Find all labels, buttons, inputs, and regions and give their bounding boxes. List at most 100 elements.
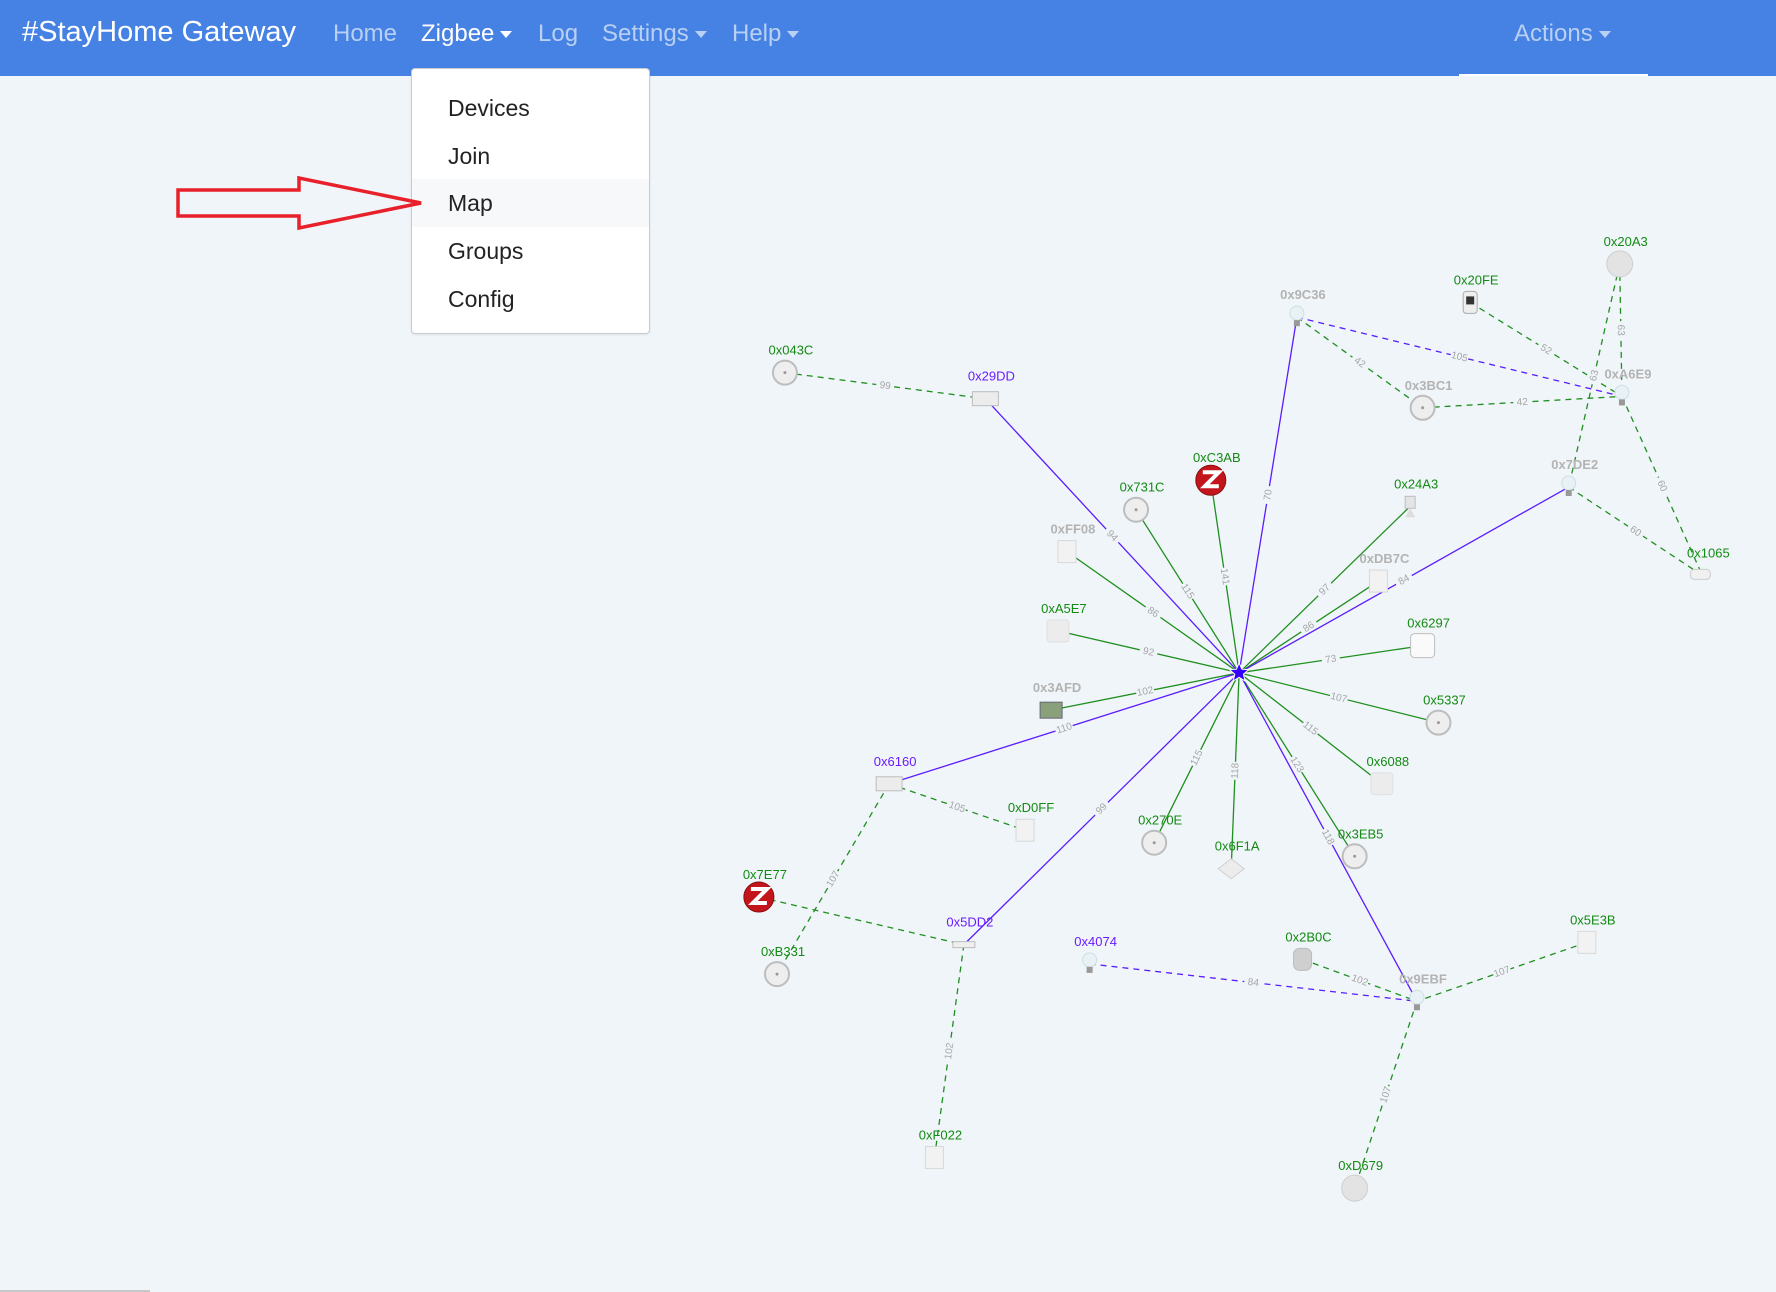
zigbee-dropdown-menu: Devices Join Map Groups Config xyxy=(411,68,650,334)
link-lqi-label: 141 xyxy=(1218,568,1231,587)
map-link: 42 xyxy=(1422,394,1622,409)
node-label: 0x3AFD xyxy=(1033,680,1081,695)
round-device-icon xyxy=(1141,829,1168,856)
map-node[interactable]: 0xA6E9 xyxy=(1604,366,1651,406)
map-node[interactable]: 0x20A3 xyxy=(1604,234,1648,278)
node-label: 0x6297 xyxy=(1407,616,1450,631)
map-link xyxy=(758,896,965,946)
map-node[interactable]: 0x6088 xyxy=(1367,754,1410,796)
thermostat-device-icon xyxy=(1462,290,1478,314)
link-lqi-label: 73 xyxy=(1325,653,1338,666)
round-device-icon xyxy=(764,961,790,988)
node-label: 0x3EB5 xyxy=(1338,826,1384,841)
round-device-icon xyxy=(1409,394,1436,421)
menu-item-map[interactable]: Map xyxy=(412,179,649,227)
node-label: 0x270E xyxy=(1138,813,1182,828)
map-node[interactable]: 0x6F1A xyxy=(1215,839,1260,880)
node-label: 0x24A3 xyxy=(1394,476,1438,491)
switch-device-icon xyxy=(1368,569,1388,593)
switch-device-icon xyxy=(924,1146,944,1170)
map-link: 70 xyxy=(1238,317,1298,673)
ball-device-icon xyxy=(1341,1174,1369,1202)
switch-device-icon xyxy=(1015,818,1035,842)
map-link: 99 xyxy=(963,672,1240,946)
node-label: 0x29DD xyxy=(968,369,1015,384)
map-node[interactable]: 0x20FE xyxy=(1454,272,1499,314)
map-link: 105 xyxy=(1296,316,1623,398)
map-node[interactable]: 0x043C xyxy=(769,343,814,386)
map-node[interactable]: 0x7DE2 xyxy=(1551,457,1598,497)
map-node[interactable]: 0x6160 xyxy=(874,754,917,792)
node-label: 0x6160 xyxy=(874,754,917,769)
map-link: 52 xyxy=(1469,301,1623,397)
link-line xyxy=(758,896,965,946)
red-arrow-icon xyxy=(176,175,422,231)
map-node[interactable]: 0xC3AB xyxy=(1193,450,1241,496)
map-node[interactable]: 0xD679 xyxy=(1338,1158,1383,1202)
map-node[interactable]: 0x3AFD xyxy=(1033,680,1081,719)
map-node[interactable]: 0x24A3 xyxy=(1394,476,1438,518)
map-node[interactable]: 0x5337 xyxy=(1423,693,1466,736)
map-node[interactable]: 0x5DD2 xyxy=(946,915,993,949)
map-node[interactable]: 0x2B0C xyxy=(1285,929,1332,971)
node-label: 0x1065 xyxy=(1687,545,1730,560)
box-device-icon xyxy=(875,776,903,792)
node-label: 0x4074 xyxy=(1074,934,1117,949)
round-device-icon xyxy=(771,359,798,386)
map-link: 99 xyxy=(784,371,986,400)
map-link: 118 xyxy=(1238,672,1418,1002)
map-node[interactable]: 0x4074 xyxy=(1074,934,1117,973)
box-device-icon xyxy=(971,391,999,407)
switch-device-icon xyxy=(1057,540,1077,564)
node-label: 0x6088 xyxy=(1367,754,1410,769)
map-node[interactable]: 0x3EB5 xyxy=(1338,826,1384,870)
map-node[interactable]: 0xFF08 xyxy=(1051,522,1096,564)
map-link: 107 xyxy=(1238,672,1439,724)
map-link: 92 xyxy=(1057,630,1240,674)
node-label: 0x20A3 xyxy=(1604,234,1648,249)
map-node[interactable]: 0x7E77 xyxy=(743,867,787,913)
link-lqi-label: 107 xyxy=(825,869,843,889)
square-device-icon xyxy=(1410,633,1436,659)
node-label: 0x5E3B xyxy=(1570,912,1616,927)
node-label: 0x9EBF xyxy=(1399,971,1447,986)
map-node[interactable]: 0xF022 xyxy=(919,1128,962,1170)
cylinder-device-icon xyxy=(1293,947,1313,971)
bulb-device-icon xyxy=(1082,952,1098,973)
contact-device-icon xyxy=(1689,568,1711,580)
map-node[interactable]: 0x6297 xyxy=(1407,616,1450,659)
cube-device-icon xyxy=(1370,772,1394,796)
node-label: 0xD679 xyxy=(1338,1158,1383,1173)
menu-item-devices[interactable]: Devices xyxy=(412,84,649,132)
map-node[interactable]: 0x9EBF xyxy=(1399,971,1447,1011)
node-label: 0xFF08 xyxy=(1051,522,1096,537)
map-node[interactable]: 0x5E3B xyxy=(1570,912,1616,954)
map-node[interactable]: 0x1065 xyxy=(1687,545,1730,580)
node-label: 0x2B0C xyxy=(1285,929,1331,944)
node-label: 0xD0FF xyxy=(1008,800,1054,815)
menu-item-config[interactable]: Config xyxy=(412,275,649,323)
map-node[interactable]: 0x731C xyxy=(1120,480,1165,523)
map-node[interactable]: 0x29DD xyxy=(968,369,1015,407)
node-label: 0xB331 xyxy=(761,944,805,959)
link-lqi-label: 118 xyxy=(1319,828,1336,848)
link-lqi-label: 42 xyxy=(1516,397,1528,409)
strip-device-icon xyxy=(952,941,976,949)
map-link: 86 xyxy=(1238,580,1379,674)
map-node[interactable]: 0x9C36 xyxy=(1280,287,1326,327)
node-label: 0xDB7C xyxy=(1360,551,1410,566)
map-node[interactable]: 0x3BC1 xyxy=(1405,378,1453,421)
map-node[interactable]: 0xD0FF xyxy=(1008,800,1054,842)
annotation-arrow xyxy=(176,175,422,231)
menu-item-join[interactable]: Join xyxy=(412,132,649,180)
map-node[interactable]: 0x270E xyxy=(1138,813,1183,856)
bulb-device-icon xyxy=(1409,989,1425,1011)
map-node[interactable]: 0xB331 xyxy=(761,944,805,988)
diamond-device-icon xyxy=(1217,858,1246,880)
map-link: 115 xyxy=(1238,672,1383,785)
link-lqi-label: 115 xyxy=(1189,748,1206,768)
menu-item-groups[interactable]: Groups xyxy=(412,227,649,275)
ball-device-icon xyxy=(1606,250,1634,278)
node-label: 0xA6E9 xyxy=(1604,366,1651,381)
keypad-device-icon xyxy=(1039,701,1063,719)
